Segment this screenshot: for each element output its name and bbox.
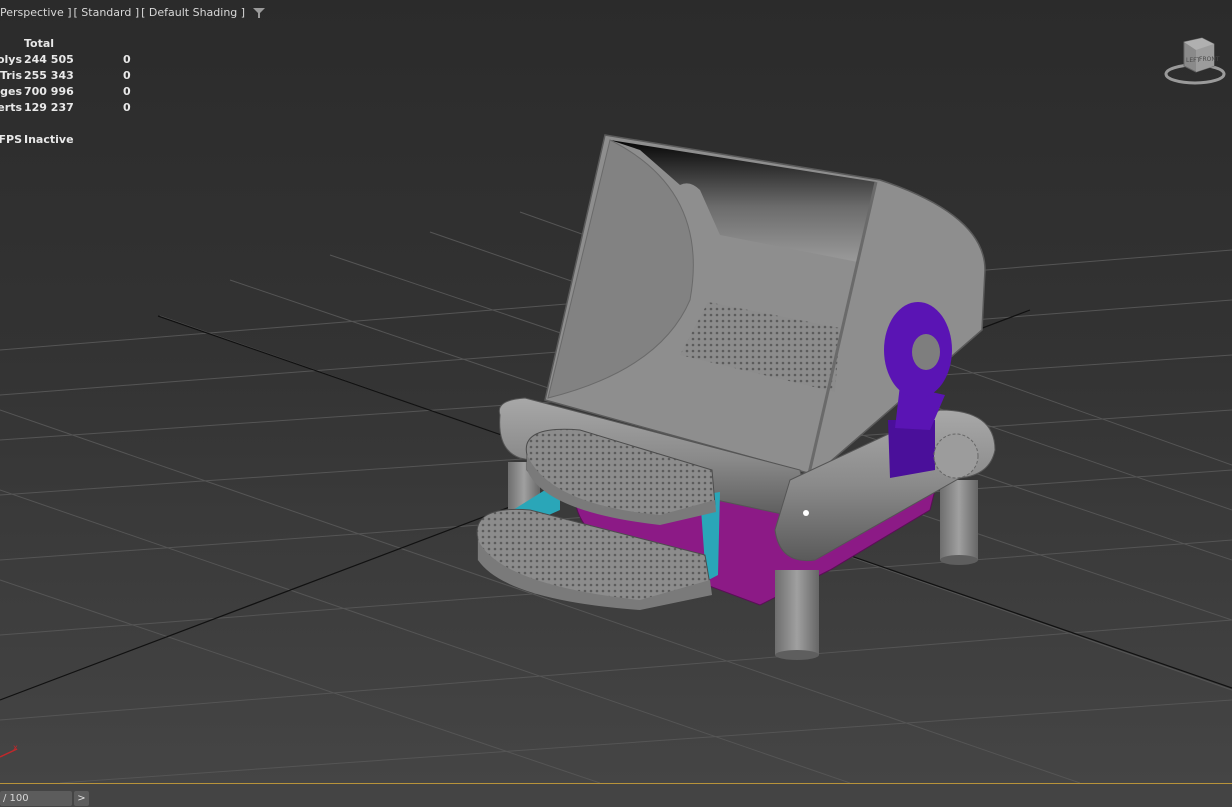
front-leg — [775, 570, 819, 660]
viewcube-front-face[interactable]: FRONT — [1199, 56, 1220, 63]
time-slider[interactable]: / 100 — [0, 791, 72, 806]
time-slider-bar: / 100 > — [0, 783, 1232, 807]
viewport-label-perspective[interactable]: Perspective ] — [0, 6, 72, 19]
stats-total-header: Total — [24, 37, 55, 50]
filter-icon[interactable] — [253, 7, 266, 19]
viewport-label-shading[interactable]: [ Default Shading ] — [141, 6, 245, 19]
viewport-label-standard[interactable]: [ Standard ] — [74, 6, 140, 19]
axis-x-label: x — [13, 743, 18, 752]
next-frame-button[interactable]: > — [74, 791, 89, 806]
perspective-viewport[interactable]: x Perspective ] [ Standard ] [ Default S… — [0, 0, 1232, 783]
scene-canvas[interactable]: x — [0, 0, 1232, 783]
viewcube[interactable]: LEFT FRONT — [1164, 34, 1226, 88]
viewport-label-menu[interactable]: Perspective ] [ Standard ] [ Default Sha… — [0, 6, 266, 19]
